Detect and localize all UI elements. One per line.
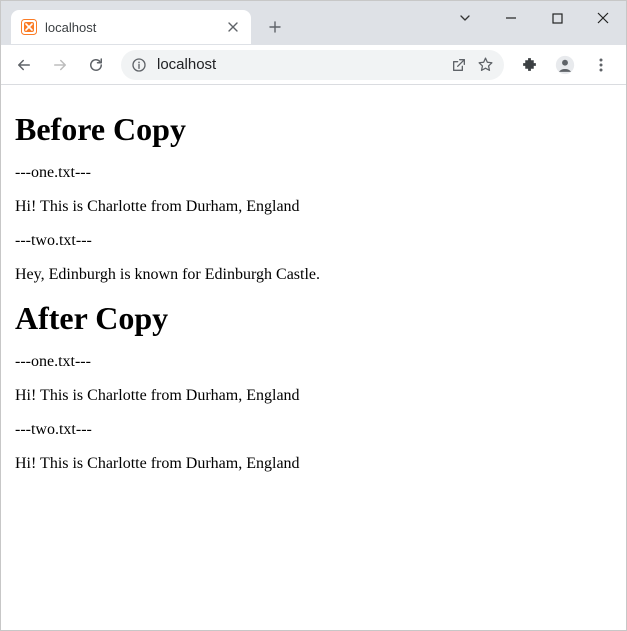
file-label: ---two.txt---	[15, 232, 612, 250]
browser-tab[interactable]: localhost	[11, 10, 251, 44]
page-content: Before Copy ---one.txt--- Hi! This is Ch…	[1, 85, 626, 499]
file-label: ---one.txt---	[15, 353, 612, 371]
extensions-icon[interactable]	[512, 50, 546, 80]
reload-button[interactable]	[79, 50, 113, 80]
window-controls	[442, 1, 626, 35]
file-content: Hey, Edinburgh is known for Edinburgh Ca…	[15, 266, 612, 284]
window-titlebar: localhost	[1, 1, 626, 45]
address-bar[interactable]: localhost	[121, 50, 504, 80]
chevron-down-icon[interactable]	[442, 3, 488, 33]
forward-button[interactable]	[43, 50, 77, 80]
minimize-button[interactable]	[488, 3, 534, 33]
close-icon[interactable]	[225, 19, 241, 35]
share-icon[interactable]	[451, 57, 467, 73]
info-icon[interactable]	[131, 57, 147, 73]
address-text: localhost	[157, 56, 441, 73]
heading-before-copy: Before Copy	[15, 111, 612, 148]
maximize-button[interactable]	[534, 3, 580, 33]
file-label: ---one.txt---	[15, 164, 612, 182]
file-content: Hi! This is Charlotte from Durham, Engla…	[15, 198, 612, 216]
tab-title: localhost	[45, 20, 217, 35]
new-tab-button[interactable]	[261, 13, 289, 41]
back-button[interactable]	[7, 50, 41, 80]
profile-icon[interactable]	[548, 50, 582, 80]
xampp-icon	[21, 19, 37, 35]
close-window-button[interactable]	[580, 3, 626, 33]
file-label: ---two.txt---	[15, 421, 612, 439]
file-content: Hi! This is Charlotte from Durham, Engla…	[15, 455, 612, 473]
star-icon[interactable]	[477, 56, 494, 73]
heading-after-copy: After Copy	[15, 300, 612, 337]
file-content: Hi! This is Charlotte from Durham, Engla…	[15, 387, 612, 405]
tab-strip: localhost	[1, 9, 289, 45]
toolbar-right	[512, 50, 620, 80]
menu-icon[interactable]	[584, 50, 618, 80]
browser-toolbar: localhost	[1, 45, 626, 85]
